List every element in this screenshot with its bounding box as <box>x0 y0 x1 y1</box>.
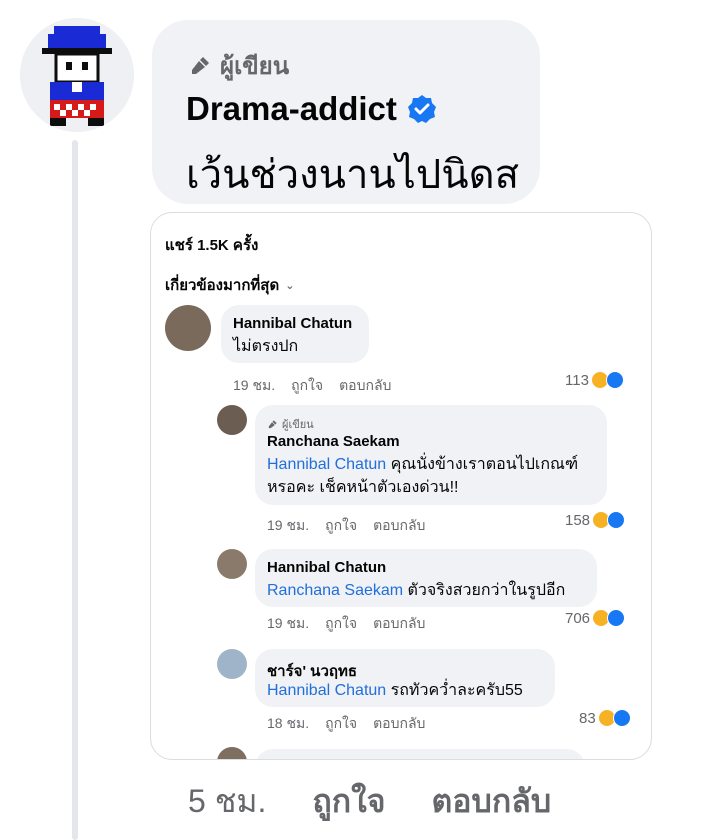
like-reaction-icon <box>607 511 626 529</box>
reaction-number: 706 <box>565 609 591 627</box>
thread-line <box>72 140 78 840</box>
chevron-down-icon: ⌄ <box>285 279 295 292</box>
comment-footer: 5 ชม. ถูกใจ ตอบกลับ <box>188 776 551 827</box>
shared-screenshot-card: แชร์ 1.5K ครั้ง เกี่ยวข้องมากที่สุด ⌄ Ha… <box>150 212 652 760</box>
like-link[interactable]: ถูกใจ <box>325 713 357 735</box>
mention-link[interactable]: Hannibal Chatun <box>267 682 386 699</box>
author-badge: ผู้เขียน <box>188 46 289 85</box>
author-name[interactable]: Drama-addict <box>186 90 397 128</box>
like-link[interactable]: ถูกใจ <box>291 375 323 397</box>
comment-bubble: Hannibal Chatun ไม่ตรงปก <box>221 305 369 363</box>
comment-actions: 19 ชม. ถูกใจ ตอบกลับ <box>267 613 425 635</box>
sort-selector[interactable]: เกี่ยวข้องมากที่สุด ⌄ <box>165 273 294 297</box>
avatar[interactable] <box>20 18 134 132</box>
reply-link[interactable]: ตอบกลับ <box>373 613 425 635</box>
comment-text: Hannibal Chatun คุณนั่งข้างเราตอนไปเกณฑ์ <box>267 453 578 476</box>
comment-bubble <box>255 749 585 759</box>
like-link[interactable]: ถูกใจ <box>325 515 357 537</box>
reply-link[interactable]: ตอบกลับ <box>373 515 425 537</box>
reply-link[interactable]: ตอบกลับ <box>339 375 391 397</box>
comment-text-part: คุณนั่งข้างเราตอนไปเกณฑ์ <box>386 456 579 473</box>
comment-actions: 19 ชม. ถูกใจ ตอบกลับ <box>267 515 425 537</box>
like-reaction-icon <box>612 709 631 727</box>
reply-link[interactable]: ตอบกลับ <box>373 713 425 735</box>
comment-bubble: ผู้เขียน Drama-addict เว้นช่วงนานไปนิดส <box>152 20 540 204</box>
comment-actions: 18 ชม. ถูกใจ ตอบกลับ <box>267 713 425 735</box>
avatar[interactable] <box>165 305 211 351</box>
comment-text: Hannibal Chatun รถทัวคว่ำละครับ55 <box>267 679 523 702</box>
reaction-count[interactable]: 706 <box>565 609 626 627</box>
comment-actions: 19 ชม. ถูกใจ ตอบกลับ <box>233 375 391 397</box>
comment-bubble: ชาร์จ' นวฤทธ Hannibal Chatun รถทัวคว่ำละ… <box>255 649 555 707</box>
like-reaction-icon <box>607 609 626 627</box>
comment-text-part: รถทัวคว่ำละครับ55 <box>386 682 523 699</box>
avatar[interactable] <box>217 549 247 579</box>
microphone-icon <box>192 56 209 74</box>
comment-text: Ranchana Saekam ตัวจริงสวยกว่าในรูปอีก <box>267 579 565 602</box>
reaction-count[interactable]: 113 <box>565 371 624 389</box>
comment-time: 19 ชม. <box>267 615 310 631</box>
share-count: แชร์ 1.5K ครั้ง <box>165 237 259 254</box>
reaction-count[interactable]: 158 <box>565 511 626 529</box>
comment-time: 19 ชม. <box>233 377 276 393</box>
reaction-number: 158 <box>565 511 591 529</box>
like-reaction-icon <box>605 371 624 389</box>
reaction-count[interactable]: 83 <box>579 709 631 727</box>
verified-badge-icon <box>407 95 436 123</box>
comment-text: เว้นช่วงนานไปนิดส <box>186 153 520 197</box>
comment-text-line: หรอคะ เช็คหน้าตัวเองด่วน!! <box>267 479 459 496</box>
microphone-icon <box>268 419 277 428</box>
comment-time: 18 ชม. <box>267 715 310 731</box>
comment-author[interactable]: Hannibal Chatun <box>233 315 352 332</box>
mention-link[interactable]: Hannibal Chatun <box>267 456 386 473</box>
author-badge-label: ผู้เขียน <box>282 419 314 431</box>
pixel-avatar-icon <box>20 18 134 132</box>
comment-bubble: ผู้เขียน Ranchana Saekam Hannibal Chatun… <box>255 405 607 505</box>
avatar[interactable] <box>217 405 247 435</box>
comment-text: ไม่ตรงปก <box>233 338 299 355</box>
avatar[interactable] <box>217 649 247 679</box>
avatar[interactable] <box>217 747 247 759</box>
comment-time: 19 ชม. <box>267 517 310 533</box>
mention-link[interactable]: Ranchana Saekam <box>267 582 403 599</box>
reaction-number: 113 <box>565 371 589 389</box>
like-link[interactable]: ถูกใจ <box>325 613 357 635</box>
reply-link[interactable]: ตอบกลับ <box>432 776 552 827</box>
author-badge-label: ผู้เขียน <box>220 53 290 80</box>
reaction-number: 83 <box>579 709 596 727</box>
author-badge: ผู้เขียน <box>267 415 314 433</box>
comment-bubble: Hannibal Chatun Ranchana Saekam ตัวจริงส… <box>255 549 597 607</box>
author-name-row: Drama-addict <box>186 90 437 128</box>
comment-text-part: ตัวจริงสวยกว่าในรูปอีก <box>403 582 566 599</box>
like-link[interactable]: ถูกใจ <box>312 776 385 827</box>
sort-label: เกี่ยวข้องมากที่สุด <box>165 277 280 294</box>
comment-author[interactable]: Hannibal Chatun <box>267 559 386 576</box>
comment-author[interactable]: Ranchana Saekam <box>267 433 400 450</box>
comment-time: 5 ชม. <box>188 783 267 819</box>
